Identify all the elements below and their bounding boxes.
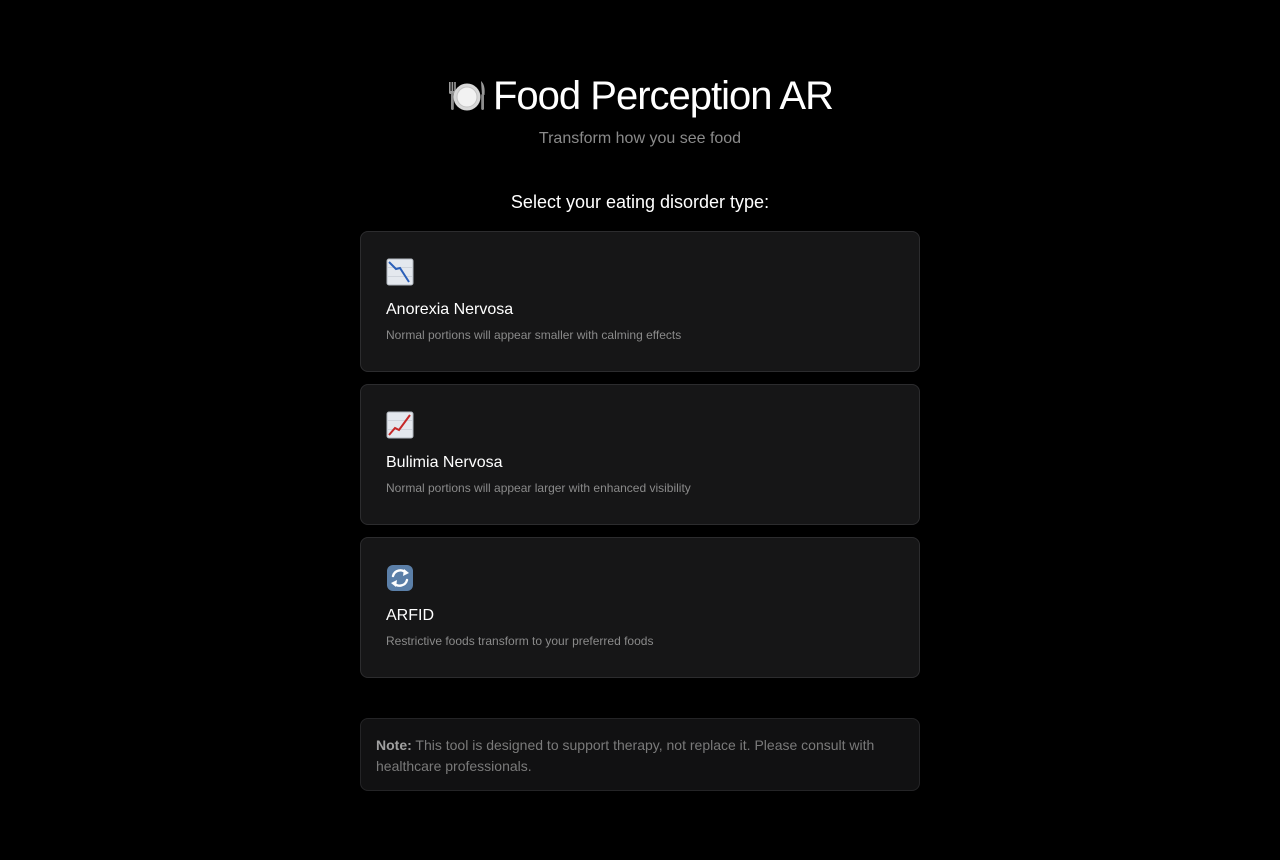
disorder-options-list: Anorexia Nervosa Normal portions will ap… xyxy=(360,231,920,690)
page-title-text: Food Perception AR xyxy=(493,74,834,118)
option-title: Bulimia Nervosa xyxy=(386,454,503,471)
selection-prompt: Select your eating disorder type: xyxy=(510,192,770,212)
option-title: ARFID xyxy=(386,607,434,624)
arrows-cycle-icon xyxy=(386,564,414,592)
chart-decreasing-icon xyxy=(386,258,414,286)
option-card-bulimia[interactable]: Bulimia Nervosa Normal portions will app… xyxy=(360,384,920,525)
page-title: Food Perception AR xyxy=(447,72,834,120)
option-card-anorexia[interactable]: Anorexia Nervosa Normal portions will ap… xyxy=(360,231,920,372)
option-description: Normal portions will appear smaller with… xyxy=(386,328,682,342)
option-description: Normal portions will appear larger with … xyxy=(386,481,691,495)
option-card-arfid[interactable]: ARFID Restrictive foods transform to you… xyxy=(360,537,920,678)
app-root: Food Perception AR Transform how you see… xyxy=(0,0,1280,860)
page-subtitle: Transform how you see food xyxy=(538,130,742,147)
header: Food Perception AR Transform how you see… xyxy=(0,72,1280,149)
option-title: Anorexia Nervosa xyxy=(386,301,514,318)
note-text: This tool is designed to support therapy… xyxy=(376,737,875,774)
plate-with-cutlery-icon xyxy=(447,76,487,116)
option-description: Restrictive foods transform to your pref… xyxy=(386,634,654,648)
note-label: Note: xyxy=(376,737,412,753)
disclaimer-note: Note: This tool is designed to support t… xyxy=(360,718,920,791)
chart-increasing-icon xyxy=(386,411,414,439)
